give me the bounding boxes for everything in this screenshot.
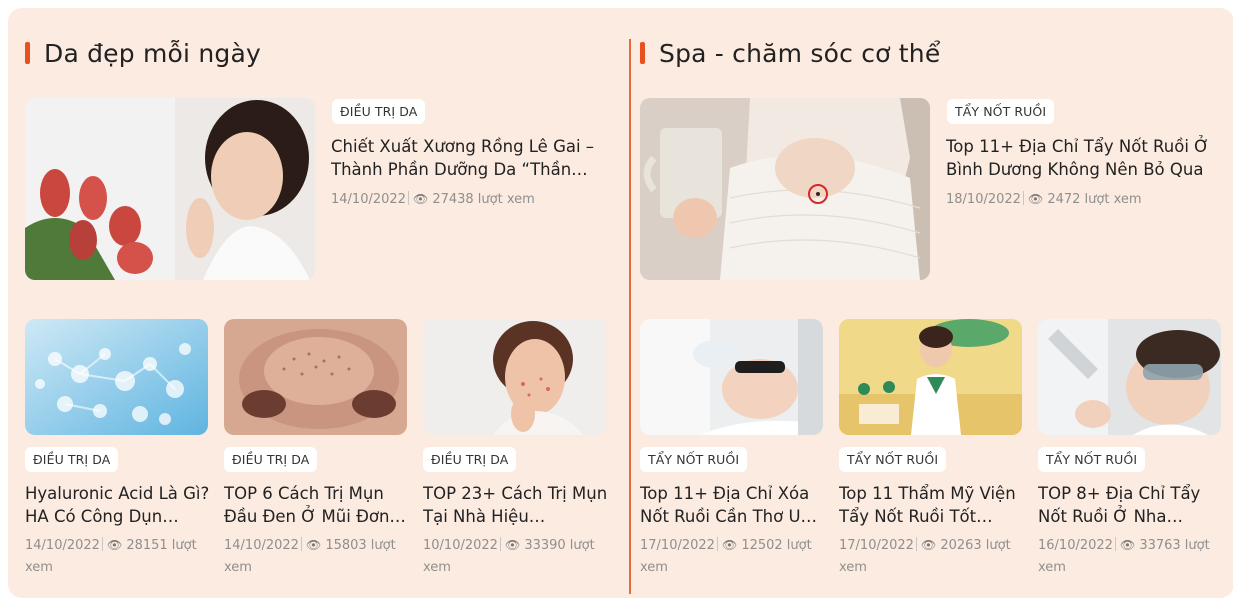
article-meta: 16/10/2022 👁 33763 lượt xem xyxy=(1038,537,1210,575)
article-meta: 14/10/2022 👁 15803 lượt xem xyxy=(224,537,396,575)
category-badge[interactable]: TẨY NỐT RUỒI xyxy=(839,447,947,472)
article-date: 14/10/2022 xyxy=(331,192,406,207)
article-views: 28151 lượt xyxy=(126,538,197,553)
category-badge[interactable]: ĐIỀU TRỊ DA xyxy=(25,447,119,472)
title-accent-bar xyxy=(25,42,30,64)
meta-separator xyxy=(1114,537,1116,551)
section-divider xyxy=(629,39,631,594)
category-badge[interactable]: TẨY NỐT RUỒI xyxy=(640,447,748,472)
article-title[interactable]: TOP 6 Cách Trị Mụn Đầu Đen Ở Mũi Đơn… xyxy=(224,482,410,528)
category-badge[interactable]: TẨY NỐT RUỒI xyxy=(1038,447,1146,472)
article-title[interactable]: Hyaluronic Acid Là Gì? HA Có Công Dụn… xyxy=(25,482,211,528)
featured-article-image[interactable] xyxy=(640,98,930,280)
meta-separator xyxy=(101,537,103,551)
article-views: 33763 lượt xyxy=(1139,538,1210,553)
section-title[interactable]: Spa - chăm sóc cơ thể xyxy=(640,35,940,71)
category-badge[interactable]: TẨY NỐT RUỒI xyxy=(947,99,1055,124)
eye-icon: 👁 xyxy=(504,538,521,552)
article-image[interactable] xyxy=(839,319,1022,435)
eye-icon: 👁 xyxy=(412,192,429,206)
eye-icon: 👁 xyxy=(1027,192,1044,206)
article-date: 17/10/2022 xyxy=(640,538,715,553)
featured-article-title[interactable]: Top 11+ Địa Chỉ Tẩy Nốt Ruồi Ở Bình Dươn… xyxy=(946,135,1226,181)
meta-separator xyxy=(1022,191,1024,205)
title-accent-bar xyxy=(640,42,645,64)
article-views: 27438 lượt xem xyxy=(432,192,535,207)
article-date: 16/10/2022 xyxy=(1038,538,1113,553)
article-views: 2472 lượt xem xyxy=(1047,192,1142,207)
article-meta: 10/10/2022 👁 33390 lượt xem xyxy=(423,537,595,575)
meta-separator xyxy=(915,537,917,551)
article-date: 14/10/2022 xyxy=(224,538,299,553)
meta-separator xyxy=(300,537,302,551)
category-badge[interactable]: ĐIỀU TRỊ DA xyxy=(423,447,517,472)
article-image[interactable] xyxy=(640,319,823,435)
article-title[interactable]: TOP 8+ Địa Chỉ Tẩy Nốt Ruồi Ở Nha… xyxy=(1038,482,1224,528)
meta-separator xyxy=(499,537,501,551)
featured-article-title[interactable]: Chiết Xuất Xương Rồng Lê Gai – Thành Phầ… xyxy=(331,135,616,181)
article-meta: 14/10/2022 👁 27438 lượt xem xyxy=(331,188,535,211)
eye-icon: 👁 xyxy=(305,538,322,552)
article-meta: 17/10/2022 👁 20263 lượt xem xyxy=(839,537,1011,575)
article-image[interactable] xyxy=(1038,319,1221,435)
article-views: 33390 lượt xyxy=(524,538,595,553)
article-image[interactable] xyxy=(224,319,407,435)
article-meta: 14/10/2022 👁 28151 lượt xem xyxy=(25,537,197,575)
article-views: 20263 lượt xyxy=(940,538,1011,553)
section-title[interactable]: Da đẹp mỗi ngày xyxy=(25,35,261,71)
article-views: 15803 lượt xyxy=(325,538,396,553)
article-date: 18/10/2022 xyxy=(946,192,1021,207)
article-views: 12502 lượt xyxy=(741,538,812,553)
article-date: 10/10/2022 xyxy=(423,538,498,553)
article-image[interactable] xyxy=(423,319,606,435)
article-image[interactable] xyxy=(25,319,208,435)
eye-icon: 👁 xyxy=(1119,538,1136,552)
article-meta: 18/10/2022 👁 2472 lượt xem xyxy=(946,188,1142,211)
meta-separator xyxy=(716,537,718,551)
article-meta: 17/10/2022 👁 12502 lượt xem xyxy=(640,537,812,575)
featured-article-image[interactable] xyxy=(25,98,315,280)
article-title[interactable]: Top 11 Thẩm Mỹ Viện Tẩy Nốt Ruồi Tốt… xyxy=(839,482,1025,528)
category-badge[interactable]: ĐIỀU TRỊ DA xyxy=(332,99,426,124)
article-title[interactable]: Top 11+ Địa Chỉ Xóa Nốt Ruồi Cần Thơ U… xyxy=(640,482,826,528)
article-title[interactable]: TOP 23+ Cách Trị Mụn Tại Nhà Hiệu… xyxy=(423,482,609,528)
article-date: 17/10/2022 xyxy=(839,538,914,553)
content-panel: Da đẹp mỗi ngày ĐIỀU TRỊ DA Chiết Xuất X… xyxy=(8,8,1233,598)
category-badge[interactable]: ĐIỀU TRỊ DA xyxy=(224,447,318,472)
eye-icon: 👁 xyxy=(721,538,738,552)
eye-icon: 👁 xyxy=(106,538,123,552)
eye-icon: 👁 xyxy=(920,538,937,552)
meta-separator xyxy=(407,191,409,205)
article-date: 14/10/2022 xyxy=(25,538,100,553)
